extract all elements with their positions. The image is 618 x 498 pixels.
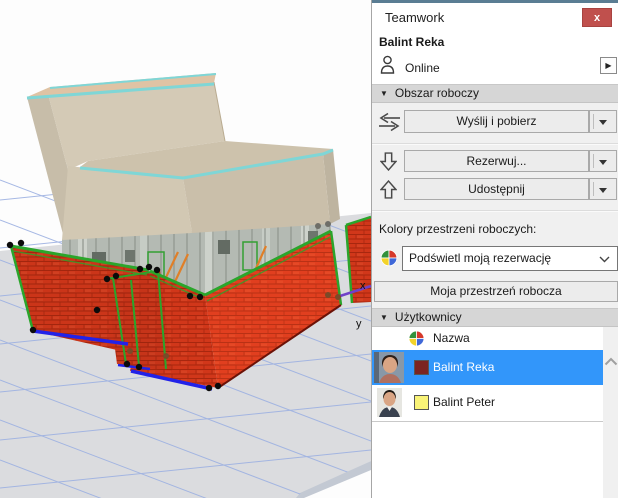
close-button[interactable]: x bbox=[582, 8, 612, 27]
send-receive-dropdown[interactable] bbox=[589, 110, 617, 133]
separator bbox=[372, 210, 618, 212]
workspace-colors-label: Kolory przestrzeni roboczych: bbox=[379, 222, 537, 236]
reserve-button[interactable]: Rezerwuj... bbox=[404, 150, 589, 172]
workspace-colors-icon bbox=[380, 249, 398, 270]
expand-details-button[interactable]: ▶ bbox=[600, 57, 617, 74]
reserve-icon bbox=[379, 152, 398, 174]
user-color-swatch bbox=[414, 360, 429, 375]
user-name: Balint Reka bbox=[433, 360, 495, 374]
user-avatar bbox=[374, 352, 404, 386]
user-color-column-icon bbox=[408, 330, 425, 350]
user-color-swatch bbox=[414, 395, 429, 410]
axis-label-y: y bbox=[356, 318, 362, 330]
my-workspace-button[interactable]: Moja przestrzeń robocza bbox=[374, 281, 618, 302]
release-dropdown[interactable] bbox=[589, 178, 617, 200]
current-user-name: Balint Reka bbox=[379, 35, 445, 49]
section-label: Użytkownicy bbox=[394, 310, 462, 324]
building-upper-massing bbox=[26, 73, 340, 240]
highlight-mode-select[interactable]: Podświetl moją rezerwację bbox=[402, 246, 618, 271]
panel-title: Teamwork bbox=[385, 10, 445, 25]
3d-scene bbox=[0, 73, 371, 498]
name-column-header: Nazwa bbox=[433, 331, 470, 345]
user-name: Balint Peter bbox=[433, 395, 496, 409]
combo-chevron-icon bbox=[599, 256, 610, 263]
send-receive-icon bbox=[377, 112, 402, 135]
release-button[interactable]: Udostępnij bbox=[404, 178, 589, 200]
scroll-up-icon bbox=[604, 357, 618, 366]
status-text: Online bbox=[405, 61, 440, 75]
reserve-dropdown[interactable] bbox=[589, 150, 617, 172]
user-avatar bbox=[377, 388, 402, 420]
axis-label-x: x bbox=[360, 280, 366, 292]
user-row-balint-reka[interactable]: Balint Reka bbox=[372, 350, 603, 385]
release-icon bbox=[379, 179, 398, 202]
section-label: Obszar roboczy bbox=[394, 86, 479, 100]
table-divider bbox=[372, 421, 603, 422]
collapse-triangle-icon: ▼ bbox=[380, 313, 388, 322]
separator bbox=[372, 143, 618, 145]
collapse-triangle-icon: ▼ bbox=[380, 89, 388, 98]
teamwork-panel: Teamwork x Balint Reka Online ▶ ▼ Obszar … bbox=[371, 0, 618, 498]
user-row-balint-peter[interactable]: Balint Peter bbox=[372, 385, 603, 420]
highlight-mode-value: Podświetl moją rezerwację bbox=[409, 251, 552, 265]
users-scrollbar[interactable] bbox=[603, 327, 618, 498]
users-table: Nazwa Balint Reka Balint Peter bbox=[372, 327, 603, 498]
user-status-icon bbox=[379, 55, 396, 78]
section-header-users[interactable]: ▼ Użytkownicy bbox=[372, 308, 618, 327]
users-table-header: Nazwa bbox=[372, 327, 603, 350]
send-receive-button[interactable]: Wyślij i pobierz bbox=[404, 110, 589, 133]
3d-viewport[interactable]: x y bbox=[0, 0, 371, 498]
section-header-workspace[interactable]: ▼ Obszar roboczy bbox=[372, 84, 618, 103]
